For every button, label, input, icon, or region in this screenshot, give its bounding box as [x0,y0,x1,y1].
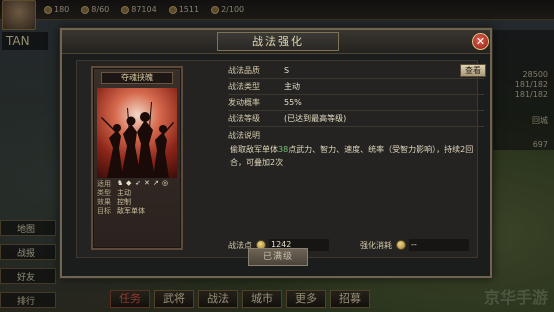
close-icon[interactable]: ✕ [472,33,489,50]
attr-key: 战法类型 [228,82,260,91]
tactic-card-art [97,88,177,178]
attr-quality: 战法品质 S [228,64,484,78]
divider [228,94,484,95]
attr-value: 主动 [284,82,300,91]
blade-icon: ↗ [153,179,159,187]
type-label: 类型 [97,189,111,197]
attr-probability: 发动概率 55% [228,96,484,110]
type-value: 主动 [117,189,131,197]
tactic-upgrade-dialog: 战法强化 ✕ 夺魂挟魄 适用 ♞ ◆ ➶ ✕ ↗ ◎ 类型 主动 效果 控制 目… [60,28,492,278]
dialog-title: 战法强化 [217,32,339,51]
troop-type-icons: ♞ ◆ ➶ ✕ ↗ ◎ [117,180,169,189]
desc-text: 偷取敌军单体 [230,145,278,154]
description-title: 战法说明 [228,131,260,140]
cost-label: 强化消耗 [360,240,392,250]
shield-icon: ◆ [126,179,132,187]
divider [228,78,484,79]
attr-value: 55% [284,98,302,107]
description-text: 偷取敌军单体38点武力、智力、速度、统率（受智力影响），持续2回合，可叠加2次 [228,141,484,233]
attr-key: 战法品质 [228,66,260,75]
use-label: 适用 [97,180,111,188]
attr-type: 战法类型 主动 [228,80,484,94]
spear-icon: ✕ [144,179,150,187]
attr-value: (已达到最高等级) [284,114,347,123]
attr-value: S [284,66,290,75]
attr-key: 战法等级 [228,114,260,123]
dialog-header: 战法强化 ✕ [62,30,490,54]
tactic-card: 夺魂挟魄 适用 ♞ ◆ ➶ ✕ ↗ ◎ 类型 主动 效果 控制 目标 敌军单体 [91,66,183,250]
cavalry-icon: ♞ [117,179,124,187]
upgrade-cost: 强化消耗 -- [352,239,469,251]
tactic-card-title: 夺魂挟魄 [101,72,173,84]
view-button[interactable]: 查看 [460,64,486,77]
divider [228,126,484,127]
attr-level: 战法等级 (已达到最高等级) [228,112,484,126]
effect-label: 效果 [97,198,111,206]
attr-key: 发动概率 [228,98,260,107]
tactic-point-icon [396,240,406,250]
siege-icon: ◎ [162,179,169,187]
effect-value: 控制 [117,198,131,206]
divider [228,110,484,111]
warriors-silhouette-icon [101,102,174,178]
cost-value: -- [409,239,469,251]
bow-icon: ➶ [135,179,141,187]
tactic-card-info: 适用 ♞ ◆ ➶ ✕ ↗ ◎ 类型 主动 效果 控制 目标 敌军单体 [97,180,177,216]
target-value: 敌军单体 [117,207,145,215]
target-label: 目标 [97,207,111,215]
max-level-button[interactable]: 已满级 [248,248,308,266]
desc-highlight: 38 [278,145,289,154]
